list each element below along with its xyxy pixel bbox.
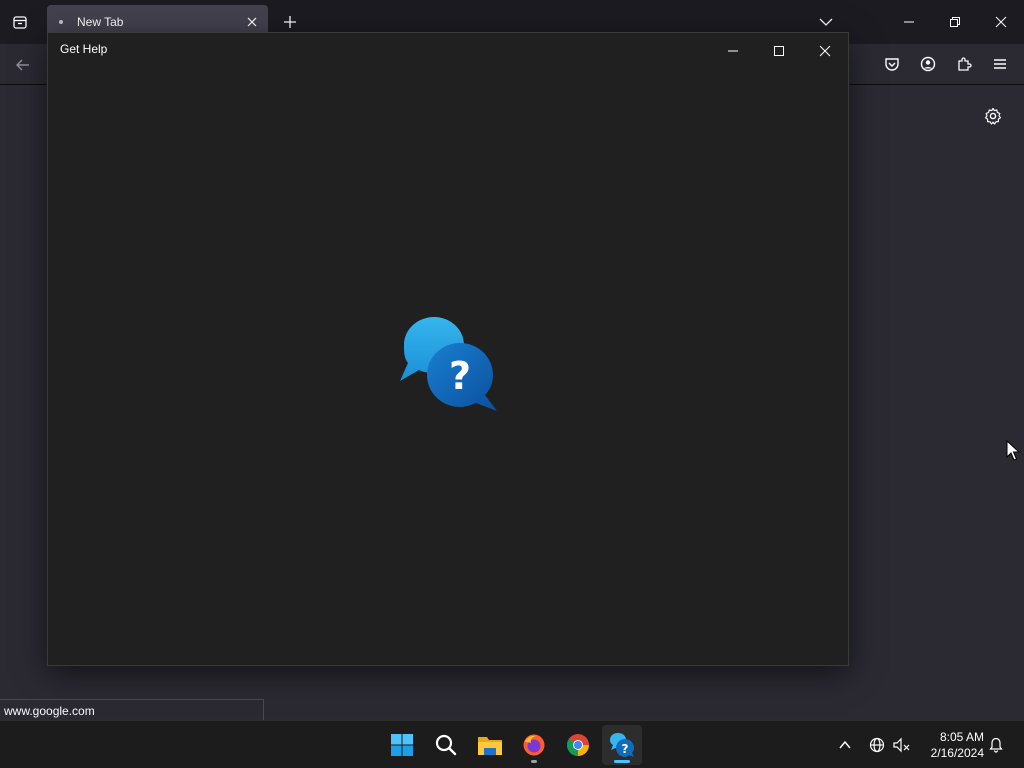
- mouse-cursor-icon: [1006, 440, 1020, 461]
- new-tab-icon[interactable]: [280, 12, 300, 32]
- active-indicator: [614, 760, 630, 763]
- chevron-down-icon[interactable]: [816, 12, 836, 32]
- minimize-icon[interactable]: [715, 37, 751, 65]
- search-icon[interactable]: [426, 725, 466, 765]
- svg-text:?: ?: [622, 742, 629, 756]
- volume-muted-icon[interactable]: [892, 735, 912, 755]
- list-all-tabs-icon[interactable]: [8, 10, 32, 34]
- taskbar: ? 8:05 AM 2/16/2024: [0, 720, 1024, 768]
- get-help-icon[interactable]: ?: [602, 725, 642, 765]
- notification-bell-icon[interactable]: [986, 735, 1006, 755]
- chrome-icon[interactable]: [558, 725, 598, 765]
- status-bar-url: www.google.com: [0, 699, 264, 721]
- close-icon[interactable]: [807, 37, 843, 65]
- chevron-up-icon[interactable]: [835, 735, 855, 755]
- start-icon[interactable]: [382, 725, 422, 765]
- extensions-icon[interactable]: [953, 53, 975, 75]
- get-help-logo-icon: ?: [400, 317, 497, 411]
- menu-icon[interactable]: [989, 53, 1011, 75]
- get-help-window: Get Help ?: [47, 32, 849, 666]
- clock-date: 2/16/2024: [930, 746, 984, 760]
- minimize-icon[interactable]: [895, 8, 923, 36]
- file-explorer-icon[interactable]: [470, 725, 510, 765]
- close-icon[interactable]: [987, 8, 1015, 36]
- tab-title: New Tab: [77, 15, 124, 29]
- tab-favicon-icon: [59, 20, 63, 24]
- window-title: Get Help: [60, 42, 108, 56]
- tab-close-icon[interactable]: [244, 14, 260, 30]
- svg-text:?: ?: [449, 354, 471, 398]
- clock-time: 8:05 AM: [939, 730, 984, 744]
- clock[interactable]: 8:05 AM 2/16/2024: [916, 729, 984, 761]
- gear-icon[interactable]: [982, 105, 1004, 127]
- back-arrow-icon[interactable]: [12, 54, 34, 76]
- maximize-icon[interactable]: [761, 37, 797, 65]
- pocket-icon[interactable]: [881, 53, 903, 75]
- running-indicator: [531, 760, 537, 763]
- firefox-icon[interactable]: [514, 725, 554, 765]
- account-icon[interactable]: [917, 53, 939, 75]
- restore-icon[interactable]: [941, 8, 969, 36]
- globe-icon[interactable]: [867, 735, 887, 755]
